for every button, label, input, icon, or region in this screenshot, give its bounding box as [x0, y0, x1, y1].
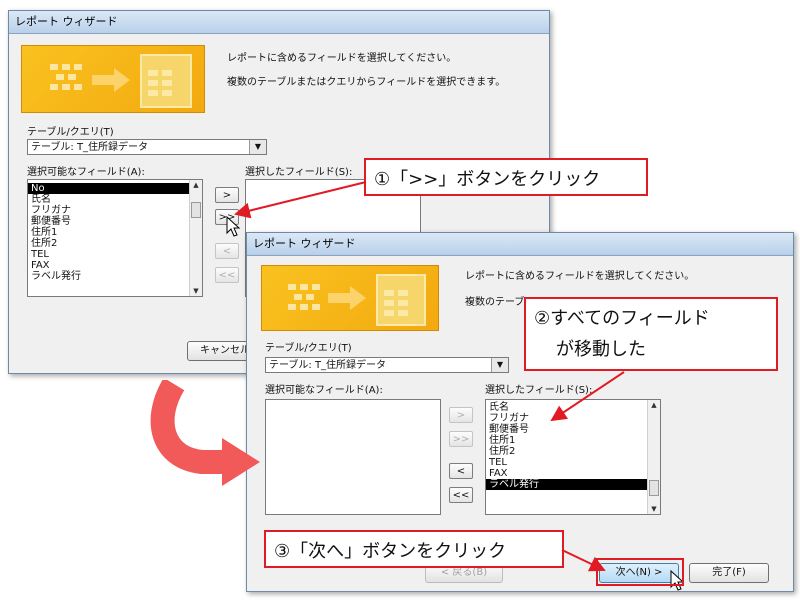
step3-callout: ③「次へ」ボタンをクリック	[264, 530, 564, 568]
available-fields-list[interactable]: No 氏名 フリガナ 郵便番号 住所1 住所2 TEL FAX ラベル発行 ▲ …	[27, 179, 203, 297]
dialog-2-title: レポート ウィザード	[247, 233, 793, 256]
instruction-text: レポートに含めるフィールドを選択してください。	[465, 271, 695, 282]
remove-all-button[interactable]: <<	[449, 487, 473, 503]
step1-text: ①「>>」ボタンをクリック	[374, 169, 601, 190]
transition-arrow-icon	[150, 380, 260, 486]
list-item[interactable]: FAX	[28, 260, 202, 271]
list-item[interactable]: 住所2	[28, 238, 202, 249]
list-item[interactable]: 氏名	[28, 194, 202, 205]
step2-line2: が移動した	[556, 339, 646, 360]
scroll-down-icon[interactable]: ▼	[648, 504, 660, 514]
remove-one-button[interactable]: <	[449, 463, 473, 479]
add-all-button[interactable]: >>	[449, 431, 473, 447]
list-item[interactable]: 郵便番号	[28, 216, 202, 227]
available-fields-list[interactable]	[265, 399, 441, 515]
available-fields-label: 選択可能なフィールド(A):	[265, 385, 383, 396]
table-query-label: テーブル/クエリ(T)	[27, 127, 114, 138]
sub-instruction-text: 複数のテーブルまたはクエリからフィールドを選択できます。	[227, 77, 506, 88]
finish-button[interactable]: 完了(F)	[689, 563, 769, 583]
list-item[interactable]: ラベル発行	[28, 271, 202, 282]
mouse-pointer-icon	[226, 216, 241, 237]
scroll-down-icon[interactable]: ▼	[190, 286, 202, 296]
list-item[interactable]: 住所1	[28, 227, 202, 238]
list-item[interactable]: フリガナ	[486, 413, 660, 424]
chevron-down-icon[interactable]: ▼	[491, 358, 508, 372]
wizard-illustration-1	[21, 45, 205, 113]
step1-callout: ①「>>」ボタンをクリック	[364, 158, 648, 196]
list-item[interactable]: ラベル発行	[486, 479, 660, 490]
list-item[interactable]: TEL	[28, 249, 202, 260]
step3-text: ③「次へ」ボタンをクリック	[274, 541, 507, 562]
dialog-1-title: レポート ウィザード	[9, 11, 549, 34]
list-item[interactable]: 住所2	[486, 446, 660, 457]
table-query-value: テーブル: T_住所録データ	[269, 360, 387, 371]
selected-fields-label: 選択したフィールド(S):	[485, 385, 593, 396]
table-query-combo[interactable]: テーブル: T_住所録データ ▼	[265, 357, 509, 373]
selected-fields-scrollbar[interactable]: ▲ ▼	[647, 400, 660, 514]
scroll-up-icon[interactable]: ▲	[190, 180, 202, 190]
remove-all-button[interactable]: <<	[215, 267, 239, 283]
table-query-label: テーブル/クエリ(T)	[265, 343, 352, 354]
step2-line1: ②すべてのフィールド	[534, 308, 710, 329]
list-item[interactable]: TEL	[486, 457, 660, 468]
add-one-button[interactable]: >	[449, 407, 473, 423]
available-fields-scrollbar[interactable]: ▲ ▼	[189, 180, 202, 296]
list-item[interactable]: 郵便番号	[486, 424, 660, 435]
selected-fields-list[interactable]: 氏名 フリガナ 郵便番号 住所1 住所2 TEL FAX ラベル発行 ▲ ▼	[485, 399, 661, 515]
available-fields-label: 選択可能なフィールド(A):	[27, 167, 145, 178]
wizard-illustration-2	[261, 265, 439, 331]
list-item[interactable]: フリガナ	[28, 205, 202, 216]
add-one-button[interactable]: >	[215, 187, 239, 203]
list-item[interactable]: 住所1	[486, 435, 660, 446]
list-item[interactable]: No	[28, 183, 202, 194]
selected-fields-label: 選択したフィールド(S):	[245, 167, 353, 178]
next-button-highlight	[596, 558, 684, 586]
chevron-down-icon[interactable]: ▼	[249, 140, 266, 154]
table-query-combo[interactable]: テーブル: T_住所録データ ▼	[27, 139, 267, 155]
list-item[interactable]: 氏名	[486, 402, 660, 413]
list-item[interactable]: FAX	[486, 468, 660, 479]
remove-one-button[interactable]: <	[215, 243, 239, 259]
scroll-up-icon[interactable]: ▲	[648, 400, 660, 410]
step2-callout: ②すべてのフィールド が移動した	[524, 297, 778, 371]
sub-instruction-text: 複数のテーブ	[465, 297, 525, 308]
table-query-value: テーブル: T_住所録データ	[31, 142, 149, 153]
instruction-text: レポートに含めるフィールドを選択してください。	[227, 53, 457, 64]
